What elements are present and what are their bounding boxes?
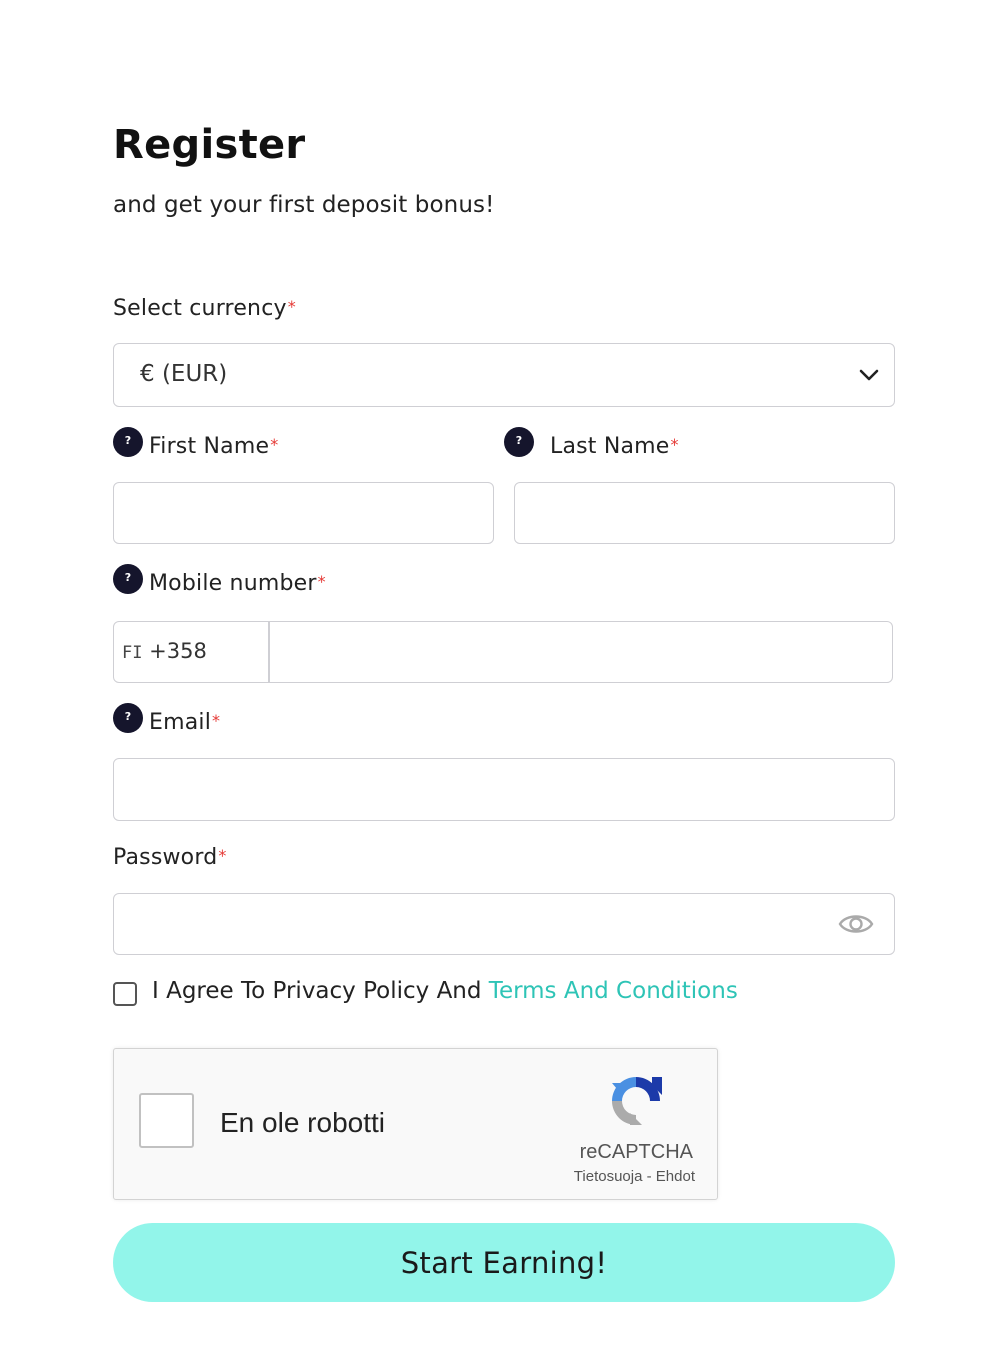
country-code: FI: [122, 643, 143, 663]
recaptcha-terms-link[interactable]: Ehdot: [656, 1168, 695, 1185]
recaptcha-privacy-link[interactable]: Tietosuoja: [574, 1168, 643, 1185]
required-mark: *: [317, 572, 326, 591]
currency-selected-value: € (EUR): [140, 361, 228, 387]
first-name-label: First Name*: [149, 434, 279, 459]
recaptcha-links: Tietosuoja - Ehdot: [574, 1168, 695, 1185]
recaptcha-widget: En ole robotti reCAPTCHA Tietosuoja - Eh…: [113, 1048, 718, 1200]
chevron-down-icon: [859, 369, 879, 381]
email-label: Email*: [149, 710, 221, 735]
recaptcha-checkbox[interactable]: [139, 1093, 194, 1148]
mobile-number-input[interactable]: [269, 621, 893, 683]
mobile-help-icon[interactable]: ?: [113, 564, 143, 594]
first-name-input[interactable]: [113, 482, 494, 544]
mobile-label: Mobile number*: [149, 571, 326, 596]
required-mark: *: [287, 297, 296, 316]
recaptcha-label: En ole robotti: [220, 1107, 385, 1138]
password-field[interactable]: [113, 893, 895, 955]
first-name-help-icon[interactable]: ?: [113, 427, 143, 457]
last-name-help-icon[interactable]: ?: [504, 427, 534, 457]
required-mark: *: [270, 435, 279, 454]
country-code-select[interactable]: FI +358: [113, 621, 269, 683]
last-name-label: Last Name*: [550, 434, 679, 459]
start-earning-button[interactable]: Start Earning!: [113, 1223, 895, 1302]
page-subtitle: and get your first deposit bonus!: [113, 192, 495, 218]
currency-select[interactable]: € (EUR): [113, 343, 895, 407]
required-mark: *: [212, 711, 221, 730]
email-help-icon[interactable]: ?: [113, 703, 143, 733]
required-mark: *: [218, 846, 227, 865]
agree-checkbox[interactable]: [113, 982, 137, 1006]
dial-code: +358: [149, 639, 207, 663]
currency-label: Select currency*: [113, 296, 296, 321]
required-mark: *: [670, 435, 679, 454]
last-name-input[interactable]: [514, 482, 895, 544]
eye-icon[interactable]: [838, 909, 874, 939]
agree-text: I Agree To Privacy Policy And Terms And …: [152, 978, 738, 1004]
recaptcha-separator: -: [646, 1168, 652, 1185]
page-title: Register: [113, 122, 306, 168]
recaptcha-logo-icon: [612, 1077, 662, 1125]
recaptcha-brand: reCAPTCHA: [579, 1141, 693, 1163]
email-input[interactable]: [113, 758, 895, 821]
password-label: Password*: [113, 845, 227, 870]
terms-link[interactable]: Terms And Conditions: [489, 978, 738, 1004]
